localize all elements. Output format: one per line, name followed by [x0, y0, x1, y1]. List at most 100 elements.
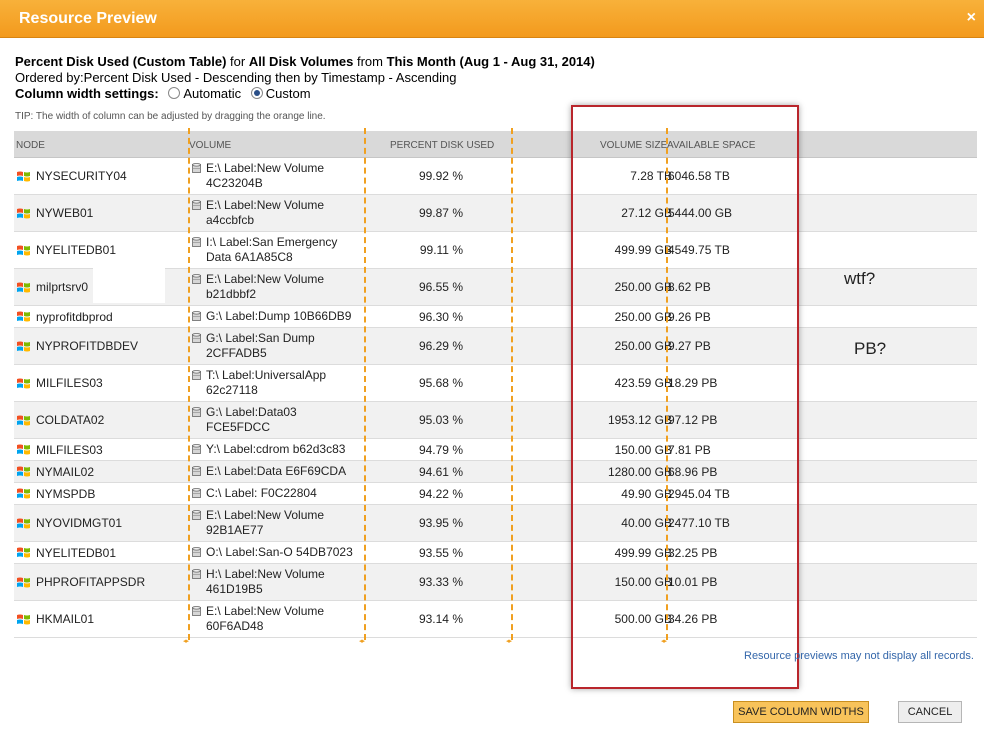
- node-cell: NYWEB01: [16, 195, 93, 231]
- volume-line: 62c27118: [206, 383, 258, 397]
- volume-line: E:\ Label:New Volume: [206, 272, 325, 286]
- volume-line: 60F6AD48: [206, 619, 264, 633]
- volume-cell: I:\ Label:San Emergency Data 6A1A85C8: [192, 232, 360, 268]
- column-header-volume[interactable]: VOLUME: [189, 140, 231, 151]
- volume-cell: O:\ Label:San-O 54DB7023: [192, 542, 360, 563]
- resize-handle-icon[interactable]: ◂▸: [506, 637, 512, 645]
- database-icon: [192, 488, 201, 498]
- node-name: NYELITEDB01: [36, 243, 117, 257]
- percent-used-cell: 95.68 %: [418, 376, 463, 390]
- volume-cell: E:\ Label:New Volume a4ccbfcb: [192, 195, 360, 231]
- table-row: NYELITEDB01 I:\ Label:San Emergency Data 6…: [14, 232, 977, 269]
- windows-logo-icon: [17, 311, 30, 322]
- save-column-widths-button[interactable]: SAVE COLUMN WIDTHS: [733, 701, 869, 723]
- database-icon: [192, 200, 201, 210]
- table-row: MILFILES03 T:\ Label:UniversalApp 62c27118…: [14, 365, 977, 402]
- windows-logo-icon: [17, 518, 30, 528]
- database-icon: [192, 333, 201, 343]
- percent-used-cell: 99.92 %: [418, 169, 463, 183]
- volume-cell: T:\ Label:UniversalApp 62c27118: [192, 365, 360, 401]
- table-row: NYWEB01 E:\ Label:New Volume a4ccbfcb 99.87…: [14, 195, 977, 232]
- column-width-settings: Column width settings: Automatic Custom: [15, 86, 595, 102]
- volume-cell: H:\ Label:New Volume 461D19B5: [192, 564, 360, 600]
- volume-line: 2CFFADB5: [206, 346, 267, 360]
- percent-used-cell: 93.33 %: [418, 575, 463, 589]
- volume-cell: E:\ Label:New Volume 92B1AE77: [192, 505, 360, 541]
- volume-wrap: G:\ Label:San Dump 2CFFADB5: [192, 331, 315, 361]
- volume-line: E:\ Label:Data E6F69CDA: [206, 464, 347, 478]
- volume-line: E:\ Label:New Volume: [206, 161, 325, 175]
- volume-line: Data 6A1A85C8: [206, 250, 293, 264]
- percent-used-cell: 96.55 %: [418, 280, 463, 294]
- database-icon: [192, 547, 201, 557]
- volume-line: FCE5FDCC: [206, 420, 271, 434]
- radio-automatic-label[interactable]: Automatic: [183, 86, 241, 101]
- period: This Month (Aug 1 - Aug 31, 2014): [386, 54, 595, 69]
- table-row: PHPROFITAPPSDR H:\ Label:New Volume 461D19…: [14, 564, 977, 601]
- volume-wrap: E:\ Label:New Volume 4C23204B: [192, 161, 324, 191]
- cancel-button[interactable]: CANCEL: [898, 701, 962, 723]
- close-icon[interactable]: ×: [967, 9, 976, 27]
- percent-used-cell: 93.95 %: [418, 516, 463, 530]
- node-name: PHPROFITAPPSDR: [36, 575, 146, 589]
- windows-logo-icon: [17, 341, 30, 351]
- percent-used-cell: 96.29 %: [418, 339, 463, 353]
- volume-wrap: G:\ Label:Data03 FCE5FDCC: [192, 405, 297, 435]
- table-row: NYOVIDMGT01 E:\ Label:New Volume 92B1AE77 9…: [14, 505, 977, 542]
- windows-logo-icon: [17, 614, 30, 624]
- table-header: NODE VOLUME PERCENT DISK USED VOLUME SIZ…: [14, 131, 977, 158]
- table-name: Percent Disk Used (Custom Table): [15, 54, 227, 69]
- column-resize-line-size[interactable]: [511, 128, 513, 640]
- results-table: NODE VOLUME PERCENT DISK USED VOLUME SIZ…: [14, 131, 977, 638]
- radio-automatic[interactable]: [168, 87, 181, 99]
- column-resize-line-volume[interactable]: [188, 128, 190, 640]
- volume-line: E:\ Label:New Volume: [206, 604, 325, 618]
- volume-cell: G:\ Label:Dump 10B66DB9: [192, 306, 360, 327]
- windows-logo-icon: [17, 208, 30, 218]
- volume-text: G:\ Label:San Dump 2CFFADB5: [206, 331, 315, 361]
- volume-text: T:\ Label:UniversalApp 62c27118: [206, 368, 326, 398]
- database-icon: [192, 370, 201, 380]
- title-bar: Resource Preview ×: [0, 0, 984, 38]
- column-header-node[interactable]: NODE: [16, 140, 45, 151]
- percent-used-cell: 99.11 %: [419, 243, 463, 257]
- annotation-wtf: wtf?: [844, 269, 876, 288]
- resize-handle-icon[interactable]: ◂▸: [183, 637, 189, 645]
- database-icon: [192, 407, 201, 417]
- table-row: NYSECURITY04 E:\ Label:New Volume 4C23204B…: [14, 158, 977, 195]
- column-header-percent-disk-used[interactable]: PERCENT DISK USED: [390, 140, 494, 151]
- volume-line: O:\ Label:San-O 54DB7023: [206, 545, 353, 559]
- table-row: NYPROFITDBDEV G:\ Label:San Dump 2CFFADB5 9…: [14, 328, 977, 365]
- preview-note: Resource previews may not display all re…: [744, 650, 974, 662]
- volume-wrap: C:\ Label: F0C22804: [192, 486, 317, 501]
- node-cell: NYOVIDMGT01: [16, 505, 122, 541]
- volume-cell: G:\ Label:Data03 FCE5FDCC: [192, 402, 360, 438]
- database-icon: [192, 510, 201, 520]
- database-icon: [192, 444, 201, 454]
- windows-logo-icon: [17, 282, 30, 292]
- volume-line: G:\ Label:Data03: [206, 405, 297, 419]
- volume-line: a4ccbfcb: [206, 213, 255, 227]
- table-row: COLDATA02 G:\ Label:Data03 FCE5FDCC 95.03 %…: [14, 402, 977, 439]
- volume-text: H:\ Label:New Volume 461D19B5: [206, 567, 325, 597]
- volume-line: 461D19B5: [206, 582, 263, 596]
- from-text: from: [353, 54, 387, 69]
- volume-wrap: G:\ Label:Dump 10B66DB9: [192, 309, 351, 324]
- column-width-label: Column width settings:: [15, 86, 159, 101]
- windows-logo-icon: [17, 245, 30, 255]
- volume-wrap: E:\ Label:New Volume 92B1AE77: [192, 508, 324, 538]
- volume-wrap: T:\ Label:UniversalApp 62c27118: [192, 368, 326, 398]
- percent-used-cell: 95.03 %: [418, 413, 463, 427]
- volume-cell: E:\ Label:New Volume 60F6AD48: [192, 601, 360, 637]
- volume-wrap: E:\ Label:New Volume 60F6AD48: [192, 604, 324, 634]
- node-name: NYSECURITY04: [36, 169, 127, 183]
- radio-custom[interactable]: [250, 87, 263, 99]
- tip-text: TIP: The width of column can be adjusted…: [15, 111, 326, 122]
- column-resize-line-percent[interactable]: [364, 128, 366, 640]
- volume-line: E:\ Label:New Volume: [206, 198, 325, 212]
- node-name: NYMAIL02: [36, 464, 95, 479]
- resize-handle-icon[interactable]: ◂▸: [359, 637, 365, 645]
- percent-used-cell: 99.87 %: [418, 206, 463, 220]
- percent-used-cell: 93.14 %: [418, 612, 463, 626]
- radio-custom-label[interactable]: Custom: [266, 86, 311, 101]
